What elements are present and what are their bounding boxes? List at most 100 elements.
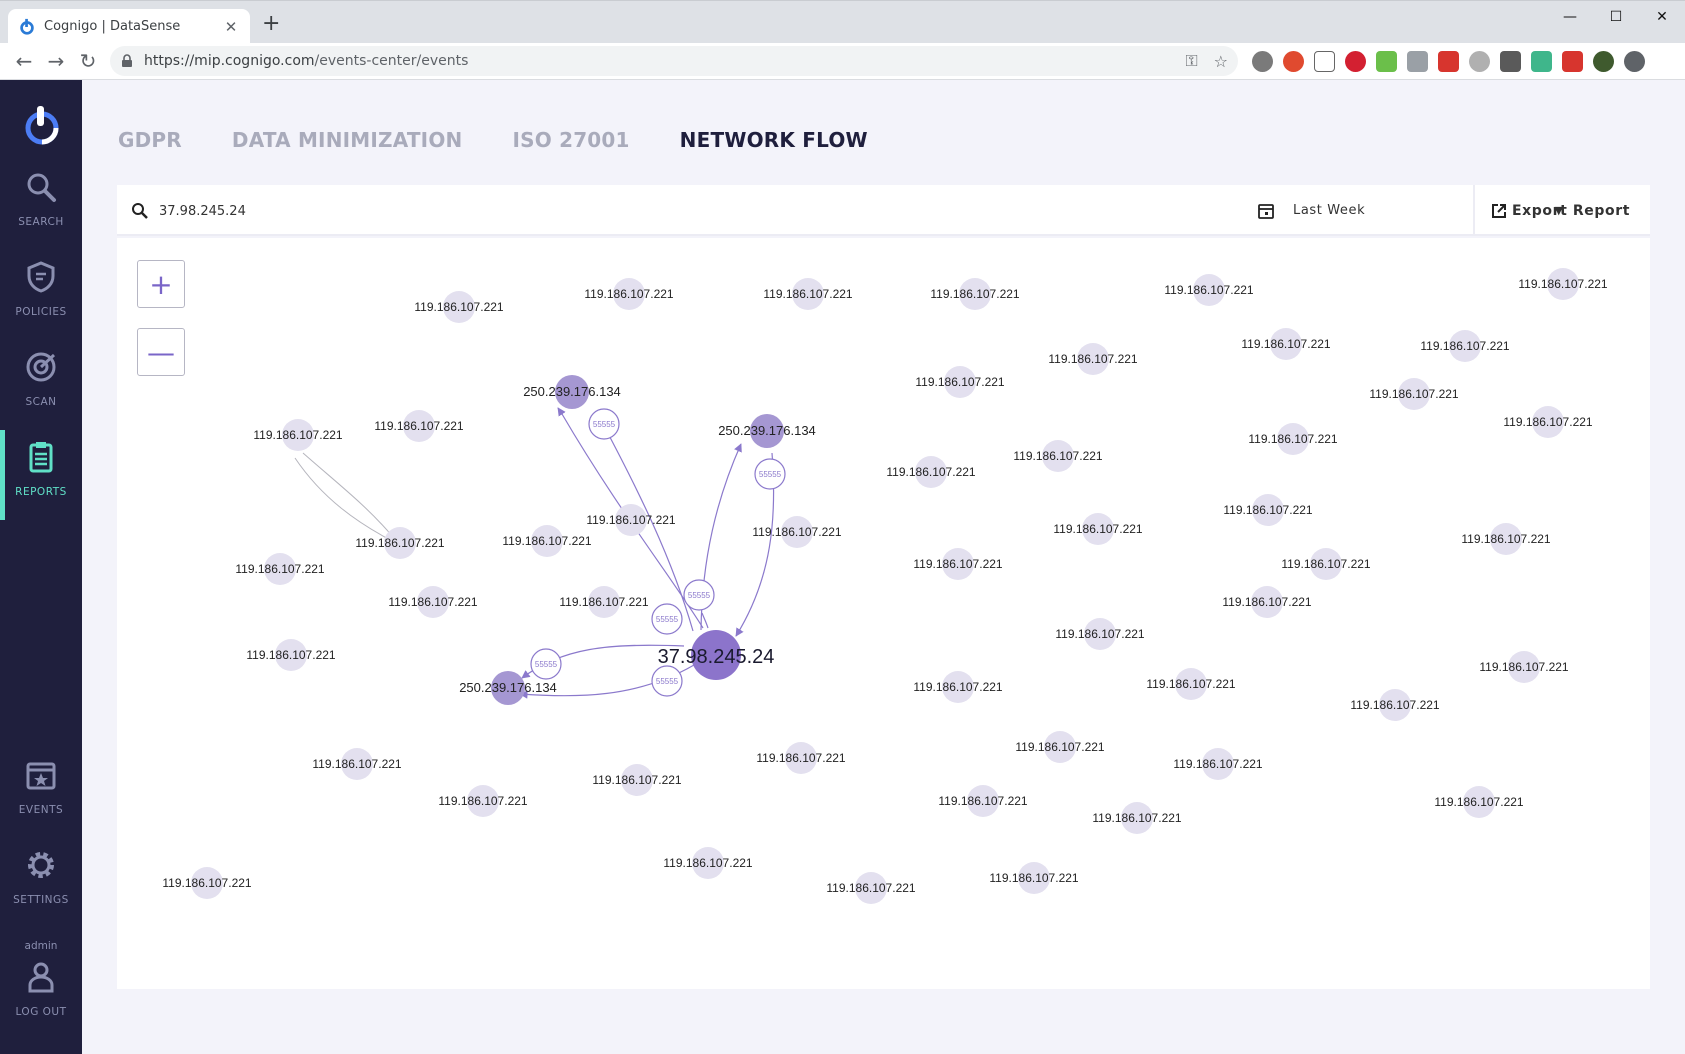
- lock-icon: [122, 54, 132, 67]
- sidebar-item-events[interactable]: EVENTS: [0, 748, 82, 828]
- sidebar-item-label: POLICIES: [15, 306, 67, 318]
- url-text: https://mip.cognigo.com/events-center/ev…: [144, 53, 469, 69]
- sidebar-item-label: SCAN: [25, 396, 57, 408]
- port-badge-label: 55555: [759, 470, 782, 479]
- report-tabs: GDPR DATA MINIMIZATION ISO 27001 NETWORK…: [118, 128, 868, 152]
- graph-node-label: 119.186.107.221: [1055, 627, 1145, 641]
- extension-icon[interactable]: [1593, 51, 1614, 72]
- extension-icon[interactable]: [1376, 51, 1397, 72]
- tab-network-flow[interactable]: NETWORK FLOW: [680, 128, 868, 152]
- sidebar-item-reports[interactable]: REPORTS: [0, 430, 82, 520]
- search-icon: [27, 173, 56, 202]
- graph-node-label: 119.186.107.221: [592, 773, 682, 787]
- zoom-out-button[interactable]: —: [137, 328, 185, 376]
- graph-node-label: 119.186.107.221: [1013, 449, 1103, 463]
- graph-node-label: 119.186.107.221: [1281, 557, 1371, 571]
- graph-node-label: 119.186.107.221: [886, 465, 976, 479]
- key-icon[interactable]: ⚿: [1185, 51, 1197, 71]
- graph-node-label: 119.186.107.221: [752, 525, 842, 539]
- tab-title: Cognigo | DataSense: [44, 19, 181, 34]
- sidebar-item-scan[interactable]: SCAN: [0, 340, 82, 420]
- browser-tab[interactable]: Cognigo | DataSense ✕: [8, 9, 250, 44]
- pinterest-icon[interactable]: [1345, 51, 1366, 72]
- tab-close-icon[interactable]: ✕: [222, 18, 240, 36]
- graph-node-label: 119.186.107.221: [414, 300, 504, 314]
- user-icon: [28, 962, 54, 993]
- graph-node-label: 119.186.107.221: [1015, 740, 1105, 754]
- tab-gdpr[interactable]: GDPR: [118, 128, 182, 152]
- calendar-star-icon: [26, 762, 56, 790]
- graph-node-label: 119.186.107.221: [938, 794, 1028, 808]
- close-window-button[interactable]: ✕: [1639, 1, 1685, 33]
- graph-node-label: 119.186.107.221: [1420, 339, 1510, 353]
- extension-icon[interactable]: [1562, 51, 1583, 72]
- star-icon[interactable]: ☆: [1214, 52, 1228, 71]
- camera-icon[interactable]: [1407, 51, 1428, 72]
- zoom-in-button[interactable]: +: [137, 260, 185, 308]
- new-tab-button[interactable]: +: [262, 11, 280, 36]
- extension-icon[interactable]: [1531, 51, 1552, 72]
- graph-node-label: 119.186.107.221: [586, 513, 676, 527]
- graph-node-label: 119.186.107.221: [388, 595, 478, 609]
- sidebar-item-search[interactable]: SEARCH: [0, 160, 82, 240]
- graph-node-label: 119.186.107.221: [235, 562, 325, 576]
- forward-arrow-icon[interactable]: →: [44, 49, 68, 73]
- sidebar-item-settings[interactable]: SETTINGS: [0, 838, 82, 918]
- graph-node-label: 119.186.107.221: [915, 375, 1005, 389]
- minimize-button[interactable]: —: [1547, 1, 1593, 33]
- sidebar-item-label: SEARCH: [18, 216, 64, 228]
- maximize-button[interactable]: ☐: [1593, 1, 1639, 33]
- sidebar-item-label: EVENTS: [18, 804, 64, 816]
- graph-peer-label: 250.239.176.134: [459, 680, 557, 695]
- cognigo-favicon-icon: [20, 18, 34, 35]
- graph-node-label: 119.186.107.221: [1223, 503, 1313, 517]
- graph-node-label: 119.186.107.221: [913, 680, 1003, 694]
- graph-node-label: 119.186.107.221: [1146, 677, 1236, 691]
- graph-node-label: 119.186.107.221: [1092, 811, 1182, 825]
- download-icon[interactable]: [1469, 51, 1490, 72]
- sidebar-item-logout[interactable]: LOG OUT: [0, 950, 82, 1030]
- export-report-button[interactable]: Export Report: [1473, 185, 1650, 236]
- graph-node-label: 119.186.107.221: [162, 876, 252, 890]
- graph-node-label: 119.186.107.221: [1241, 337, 1331, 351]
- cognigo-logo-icon[interactable]: [20, 102, 64, 146]
- graph-node-label: 119.186.107.221: [559, 595, 649, 609]
- address-bar[interactable]: https://mip.cognigo.com/events-center/ev…: [110, 46, 1238, 76]
- port-badge-label: 55555: [656, 677, 679, 686]
- extensions-bar: [1252, 51, 1645, 72]
- extension-icon[interactable]: [1314, 51, 1335, 72]
- sidebar-item-label: SETTINGS: [13, 894, 69, 906]
- browser-tabstrip: Cognigo | DataSense ✕ + — ☐ ✕: [0, 0, 1685, 44]
- graph-node-label: 119.186.107.221: [756, 751, 846, 765]
- port-badge-label: 55555: [656, 615, 679, 624]
- port-badge-label: 55555: [535, 660, 558, 669]
- graph-node-label: 119.186.107.221: [1503, 415, 1593, 429]
- graph-center-label: 37.98.245.24: [658, 646, 775, 668]
- search-icon: [132, 203, 148, 219]
- extension-icon[interactable]: [1283, 51, 1304, 72]
- search-input[interactable]: [159, 197, 559, 225]
- graph-node-label: 119.186.107.221: [1173, 757, 1263, 771]
- sidebar-item-label: LOG OUT: [15, 1006, 67, 1018]
- extension-icon[interactable]: [1252, 51, 1273, 72]
- profile-icon[interactable]: [1624, 51, 1645, 72]
- port-badge-label: 55555: [688, 591, 711, 600]
- extension-icon[interactable]: [1500, 51, 1521, 72]
- tab-iso-27001[interactable]: ISO 27001: [512, 128, 629, 152]
- network-graph-panel: 119.186.107.221 119.186.107.221 119.186.10…: [117, 238, 1650, 989]
- graph-node-label: 119.186.107.221: [374, 419, 464, 433]
- graph-edge: [557, 407, 566, 417]
- reload-icon[interactable]: ↻: [76, 49, 100, 73]
- graph-node-label: 119.186.107.221: [312, 757, 402, 771]
- app-root: SEARCH POLICIES SCAN REPORTS EVENTS SETT…: [0, 80, 1685, 1054]
- graph-node-label: 119.186.107.221: [913, 557, 1003, 571]
- graph-peer-label: 250.239.176.134: [718, 423, 816, 438]
- sidebar-item-policies[interactable]: POLICIES: [0, 250, 82, 330]
- network-graph[interactable]: 119.186.107.221 119.186.107.221 119.186.10…: [117, 238, 1650, 989]
- tab-data-minimization[interactable]: DATA MINIMIZATION: [232, 128, 463, 152]
- extension-icon[interactable]: [1438, 51, 1459, 72]
- graph-peer-label: 250.239.176.134: [523, 384, 621, 399]
- sidebar: SEARCH POLICIES SCAN REPORTS EVENTS SETT…: [0, 80, 82, 1054]
- graph-node-label: 119.186.107.221: [1048, 352, 1138, 366]
- back-arrow-icon[interactable]: ←: [12, 49, 36, 73]
